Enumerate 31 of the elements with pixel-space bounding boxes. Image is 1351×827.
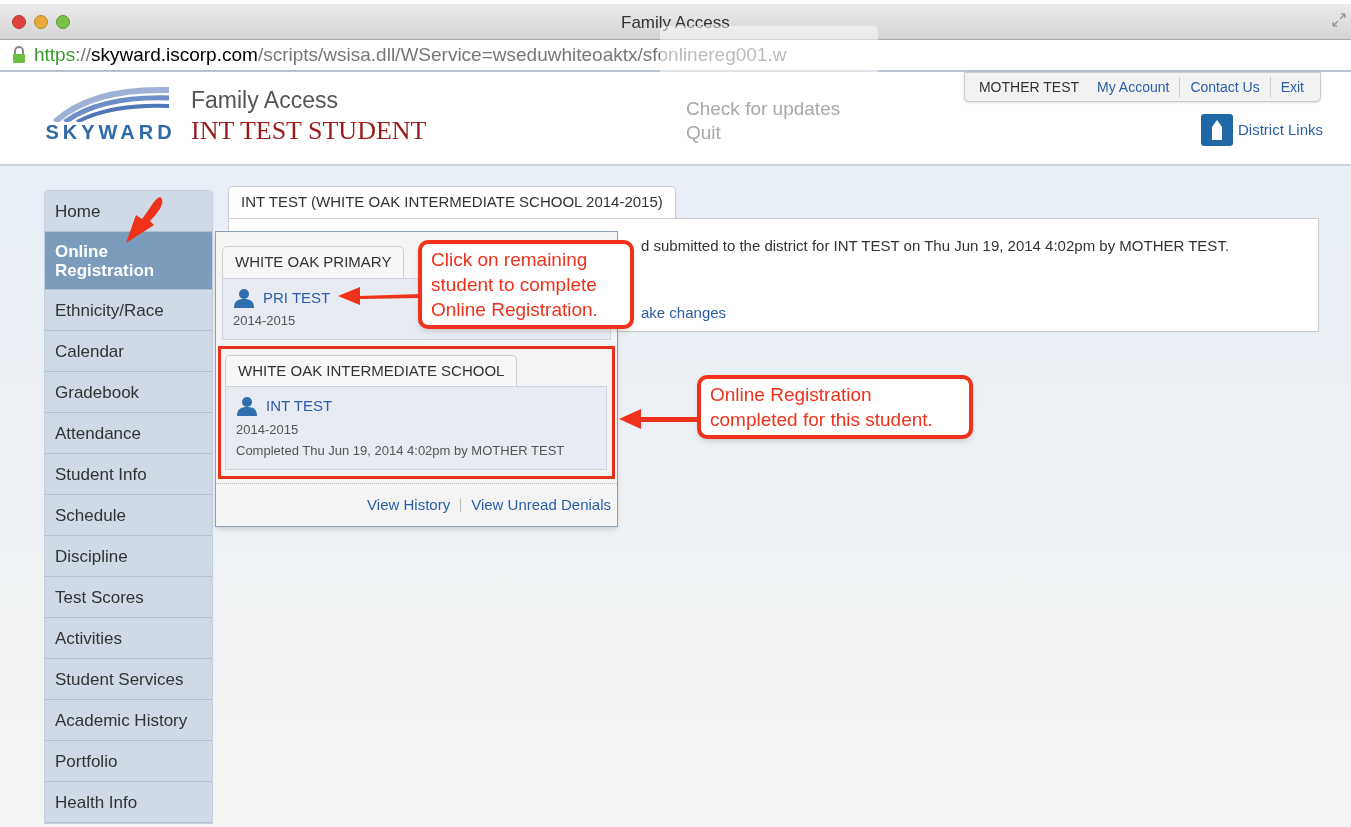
popup-link[interactable]: View Unread Denials <box>471 493 611 516</box>
student-name: INT TEST STUDENT <box>191 114 427 147</box>
lock-icon <box>12 46 26 64</box>
logo-text: SKYWARD <box>45 122 176 142</box>
school-year: 2014-2015 <box>233 312 296 330</box>
district-links-link[interactable]: District Links <box>1238 118 1323 142</box>
header-link[interactable]: My Account <box>1087 76 1180 98</box>
callout-bubble: Click on remaining student to complete Online Registration. <box>418 240 634 329</box>
submission-message: d submitted to the district for INT TEST on Thu Jun 19, 2014 4:02pm by MOTHER TEST. <box>641 235 1230 256</box>
sidebar-item[interactable]: Home <box>45 191 212 232</box>
minimize-window-icon[interactable] <box>34 14 48 29</box>
window-title: Family Access <box>621 12 730 34</box>
person-icon <box>233 287 255 308</box>
url-text[interactable]: https://skyward.iscorp.com/scripts/wsisa.dll/WService=wseduwhiteoaktx/sfonlinereg001.w <box>34 44 787 66</box>
header-link[interactable]: Exit <box>1269 76 1314 98</box>
app-name: Family Access <box>191 86 339 115</box>
content-tab[interactable]: INT TEST (WHITE OAK INTERMEDIATE SCHOOL 2014-2015) <box>228 186 676 218</box>
completion-status: Completed Thu Jun 19, 2014 4:02pm by MOTHER TEST <box>236 442 565 460</box>
student-link[interactable]: PRI TEST <box>263 286 331 309</box>
building-icon <box>1201 114 1233 146</box>
popup-link[interactable]: View History <box>367 493 451 516</box>
header-link[interactable]: Contact Us <box>1179 76 1270 98</box>
callout-bubble: Online Registration completed for this student. <box>697 375 973 439</box>
school-year: 2014-2015 <box>236 420 299 439</box>
make-changes-link[interactable]: ake changes <box>641 302 727 325</box>
close-window-icon[interactable] <box>12 14 26 29</box>
user-name: MOTHER TEST <box>977 77 1081 97</box>
student-link[interactable]: INT TEST <box>266 395 333 418</box>
person-icon <box>236 396 258 417</box>
maximize-window-icon[interactable] <box>56 14 70 29</box>
fullscreen-icon[interactable] <box>1331 12 1347 28</box>
